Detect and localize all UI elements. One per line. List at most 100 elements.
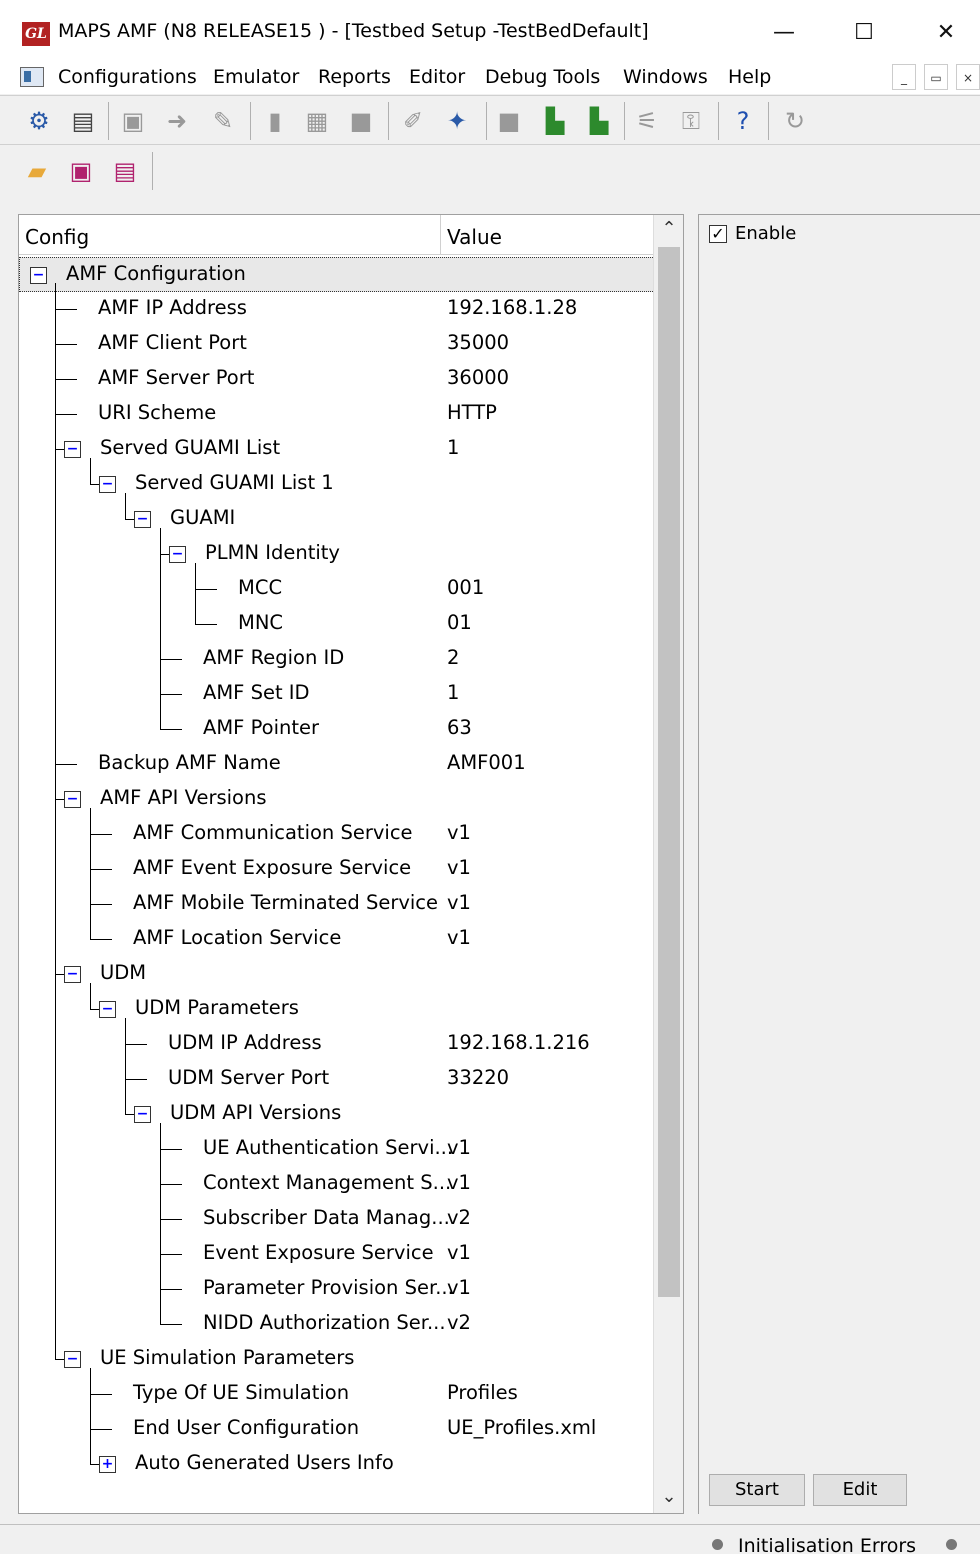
tree-row-value[interactable]: 35000 — [447, 331, 509, 354]
scroll-down-icon[interactable]: ⌄ — [654, 1483, 683, 1511]
tree-row[interactable]: − UDM API Versions — [19, 1097, 655, 1132]
tree-row[interactable]: − PLMN Identity — [19, 537, 655, 572]
blank-icon[interactable]: ■ — [346, 106, 376, 136]
tree-row[interactable]: UDM Server Port 33220 — [19, 1062, 655, 1097]
menu-reports[interactable]: Reports — [318, 66, 391, 88]
tree-row-value[interactable]: v1 — [447, 891, 471, 914]
mdi-close-button[interactable]: × — [956, 64, 980, 90]
menu-help[interactable]: Help — [728, 66, 771, 88]
vertical-scrollbar[interactable]: ⌃ ⌄ — [653, 215, 683, 1513]
enable-checkbox[interactable]: ✓ — [709, 225, 727, 243]
column-header-config[interactable]: Config — [19, 215, 441, 255]
edit-run-icon[interactable]: ✎ — [208, 106, 238, 136]
tree-row-value[interactable]: 01 — [447, 611, 472, 634]
collapse-icon[interactable]: − — [134, 1106, 151, 1123]
tree-row[interactable]: UDM IP Address 192.168.1.216 — [19, 1027, 655, 1062]
collapse-icon[interactable]: − — [30, 267, 47, 284]
tree-row-value[interactable]: v1 — [447, 1276, 471, 1299]
menu-editor[interactable]: Editor — [409, 66, 465, 88]
tree-row-value[interactable]: v2 — [447, 1206, 471, 1229]
tree-row-value[interactable]: v1 — [447, 1241, 471, 1264]
mdi-minimize-button[interactable]: _ — [892, 64, 916, 90]
tree-row[interactable]: AMF Region ID 2 — [19, 642, 655, 677]
tree-row[interactable]: + Auto Generated Users Info — [19, 1447, 655, 1482]
tree-row[interactable]: − AMF API Versions — [19, 782, 655, 817]
status-text[interactable]: Initialisation Errors — [738, 1535, 916, 1554]
mdi-restore-button[interactable]: ▭ — [924, 64, 948, 90]
scroll-up-icon[interactable]: ⌃ — [654, 215, 683, 243]
document-window-icon[interactable] — [20, 67, 44, 87]
tree-row-value[interactable]: v2 — [447, 1311, 471, 1334]
settings-gear-icon[interactable]: ⚙ — [24, 106, 54, 136]
tree-row-value[interactable]: v1 — [447, 1136, 471, 1159]
menu-windows[interactable]: Windows — [623, 66, 708, 88]
tree-row-value[interactable]: v1 — [447, 1171, 471, 1194]
column-header-value[interactable]: Value — [441, 215, 655, 255]
tree-lock-icon[interactable]: ⚿ — [676, 106, 706, 136]
tree-row[interactable]: − UDM — [19, 957, 655, 992]
tree-row[interactable]: URI Scheme HTTP — [19, 397, 655, 432]
menu-configurations[interactable]: Configurations — [58, 66, 197, 88]
tree-row-value[interactable]: 192.168.1.28 — [447, 296, 577, 319]
collapse-icon[interactable]: − — [134, 511, 151, 528]
tree-row[interactable]: UE Authentication Servi... v1 — [19, 1132, 655, 1167]
tree-row-value[interactable]: 1 — [447, 681, 459, 704]
save-icon[interactable]: ▣ — [66, 156, 96, 186]
open-folder-icon[interactable]: ▰ — [22, 156, 52, 186]
tree-row-value[interactable]: 36000 — [447, 366, 509, 389]
wand-icon[interactable]: ✦ — [442, 106, 472, 136]
collapse-icon[interactable]: − — [99, 476, 116, 493]
tree-row-value[interactable]: v1 — [447, 821, 471, 844]
tree-row-value[interactable]: v1 — [447, 856, 471, 879]
menu-debug-tools[interactable]: Debug Tools — [485, 66, 600, 88]
tree-row[interactable]: Event Exposure Service v1 — [19, 1237, 655, 1272]
collapse-icon[interactable]: − — [64, 966, 81, 983]
tree-row[interactable]: − GUAMI — [19, 502, 655, 537]
stop-icon[interactable]: ▮ — [260, 106, 290, 136]
tree-row-value[interactable]: 33220 — [447, 1066, 509, 1089]
tree-row[interactable]: Backup AMF Name AMF001 — [19, 747, 655, 782]
tree-row[interactable]: − UE Simulation Parameters — [19, 1342, 655, 1377]
tree-row[interactable]: MNC 01 — [19, 607, 655, 642]
edit-button[interactable]: Edit — [813, 1474, 907, 1506]
scroll-thumb[interactable] — [658, 247, 680, 1297]
refresh-icon[interactable]: ↻ — [780, 106, 810, 136]
menu-emulator[interactable]: Emulator — [213, 66, 299, 88]
load-icon[interactable]: ▣ — [118, 106, 148, 136]
tree-row[interactable]: AMF Client Port 35000 — [19, 327, 655, 362]
save-as-icon[interactable]: ▤ — [110, 156, 140, 186]
config-tree[interactable]: Config Value − AMF Configuration AMF IP Ad… — [18, 214, 684, 1514]
notebook-icon[interactable]: ▤ — [68, 106, 98, 136]
tree-row-value[interactable]: 001 — [447, 576, 484, 599]
gray-block-icon[interactable]: ■ — [494, 106, 524, 136]
tree-row[interactable]: AMF Event Exposure Service v1 — [19, 852, 655, 887]
close-button[interactable]: ✕ — [916, 10, 976, 56]
tree-row-value[interactable]: AMF001 — [447, 751, 526, 774]
tree-row[interactable]: MCC 001 — [19, 572, 655, 607]
tree-row[interactable]: − AMF Configuration — [19, 257, 655, 292]
start-button[interactable]: Start — [709, 1474, 805, 1506]
tree-row[interactable]: − Served GUAMI List 1 — [19, 467, 655, 502]
tree-row-value[interactable]: 63 — [447, 716, 472, 739]
minimize-button[interactable]: — — [754, 10, 814, 56]
tree-row[interactable]: AMF Set ID 1 — [19, 677, 655, 712]
tree-row[interactable]: AMF Location Service v1 — [19, 922, 655, 957]
tree-row-value[interactable]: UE_Profiles.xml — [447, 1416, 596, 1439]
tree-row[interactable]: End User Configuration UE_Profiles.xml — [19, 1412, 655, 1447]
pen-icon[interactable]: ✐ — [398, 106, 428, 136]
collapse-icon[interactable]: − — [64, 1351, 81, 1368]
tree-row[interactable]: AMF Mobile Terminated Service v1 — [19, 887, 655, 922]
tree-row[interactable]: Parameter Provision Ser... v1 — [19, 1272, 655, 1307]
tree-row-value[interactable]: v1 — [447, 926, 471, 949]
tree-row[interactable]: − UDM Parameters — [19, 992, 655, 1027]
collapse-icon[interactable]: − — [64, 441, 81, 458]
tree-row[interactable]: AMF Server Port 36000 — [19, 362, 655, 397]
expand-icon[interactable]: + — [99, 1456, 116, 1473]
tree-row[interactable]: NIDD Authorization Ser... v2 — [19, 1307, 655, 1342]
collapse-icon[interactable]: − — [99, 1001, 116, 1018]
doc-c-icon[interactable]: ▙ — [540, 106, 570, 136]
tree-row[interactable]: Type Of UE Simulation Profiles — [19, 1377, 655, 1412]
tree-row-value[interactable]: 192.168.1.216 — [447, 1031, 590, 1054]
tree-row[interactable]: AMF Communication Service v1 — [19, 817, 655, 852]
paste-icon[interactable]: ▦ — [302, 106, 332, 136]
